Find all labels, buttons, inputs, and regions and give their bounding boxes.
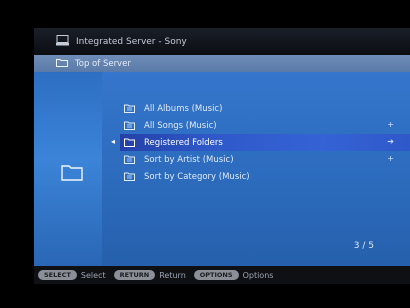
screen: Integrated Server - Sony Top of Server A… bbox=[0, 0, 410, 308]
list-item-label: Sort by Artist (Music) bbox=[144, 154, 234, 165]
content-panel: All Albums (Music) All Songs (Music) + ◂… bbox=[102, 72, 410, 266]
return-key-badge[interactable]: RETURN bbox=[113, 270, 156, 280]
list-item-label: All Albums (Music) bbox=[144, 103, 223, 114]
folder-icon bbox=[124, 138, 135, 147]
list-item-label: Registered Folders bbox=[144, 137, 223, 148]
footer-hints: SELECT Select RETURN Return OPTIONS Opti… bbox=[34, 266, 410, 284]
return-hint-label: Return bbox=[159, 270, 186, 280]
select-hint-label: Select bbox=[80, 270, 106, 280]
playlist-folder-icon bbox=[124, 104, 135, 113]
more-marker-icon: + bbox=[387, 154, 394, 163]
list-item-all-songs[interactable]: All Songs (Music) + bbox=[120, 117, 410, 134]
playlist-folder-icon bbox=[124, 155, 135, 164]
page-counter: 3 / 5 bbox=[353, 241, 374, 251]
list-item-sort-by-artist[interactable]: Sort by Artist (Music) + bbox=[120, 151, 410, 168]
playlist-folder-icon bbox=[124, 121, 135, 130]
right-arrow-icon: ➔ bbox=[387, 137, 394, 146]
item-list: All Albums (Music) All Songs (Music) + ◂… bbox=[111, 100, 410, 185]
left-panel bbox=[0, 72, 102, 266]
list-item-sort-by-category[interactable]: Sort by Category (Music) bbox=[120, 168, 410, 185]
location-bar: Top of Server bbox=[34, 55, 410, 72]
server-icon bbox=[56, 34, 69, 49]
current-folder-icon bbox=[61, 164, 83, 185]
options-hint-label: Options bbox=[242, 270, 274, 280]
options-key-badge[interactable]: OPTIONS bbox=[193, 270, 239, 280]
left-shade bbox=[0, 72, 34, 266]
header-bar: Integrated Server - Sony bbox=[34, 28, 410, 55]
left-arrow-icon: ◂ bbox=[111, 137, 116, 146]
list-item-all-albums[interactable]: All Albums (Music) bbox=[120, 100, 410, 117]
list-item-registered-folders[interactable]: ◂ Registered Folders ➔ bbox=[111, 134, 410, 151]
server-title: Integrated Server - Sony bbox=[76, 36, 187, 47]
more-marker-icon: + bbox=[387, 120, 394, 129]
folder-icon bbox=[56, 58, 68, 70]
select-key-badge[interactable]: SELECT bbox=[38, 270, 77, 280]
list-item-label: All Songs (Music) bbox=[144, 120, 217, 131]
location-label: Top of Server bbox=[75, 58, 131, 69]
list-item-label: Sort by Category (Music) bbox=[144, 171, 250, 182]
playlist-folder-icon bbox=[124, 172, 135, 181]
